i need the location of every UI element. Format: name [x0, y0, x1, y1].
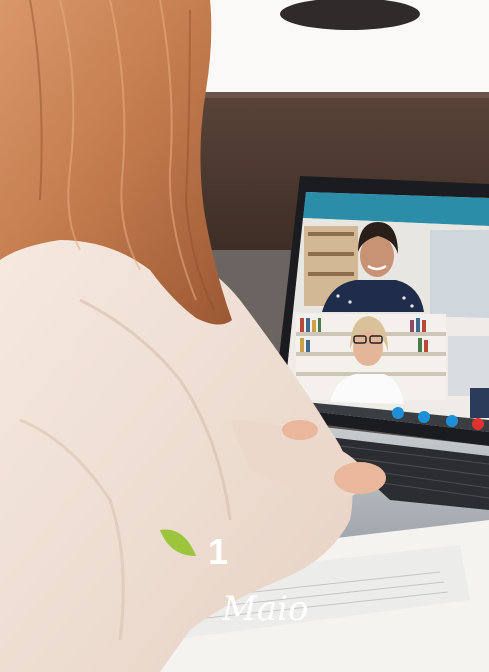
camera-icon: [392, 407, 404, 419]
leaf-icon: [160, 529, 196, 556]
date-badge: 1 Maio: [158, 522, 378, 652]
mic-icon: [418, 411, 430, 423]
month-label: Maio: [222, 589, 308, 629]
hangup-icon: [472, 418, 484, 430]
photo-scene: 1 Maio: [0, 0, 489, 672]
chat-icon: [446, 415, 458, 427]
month-text: Maio: [222, 589, 308, 629]
